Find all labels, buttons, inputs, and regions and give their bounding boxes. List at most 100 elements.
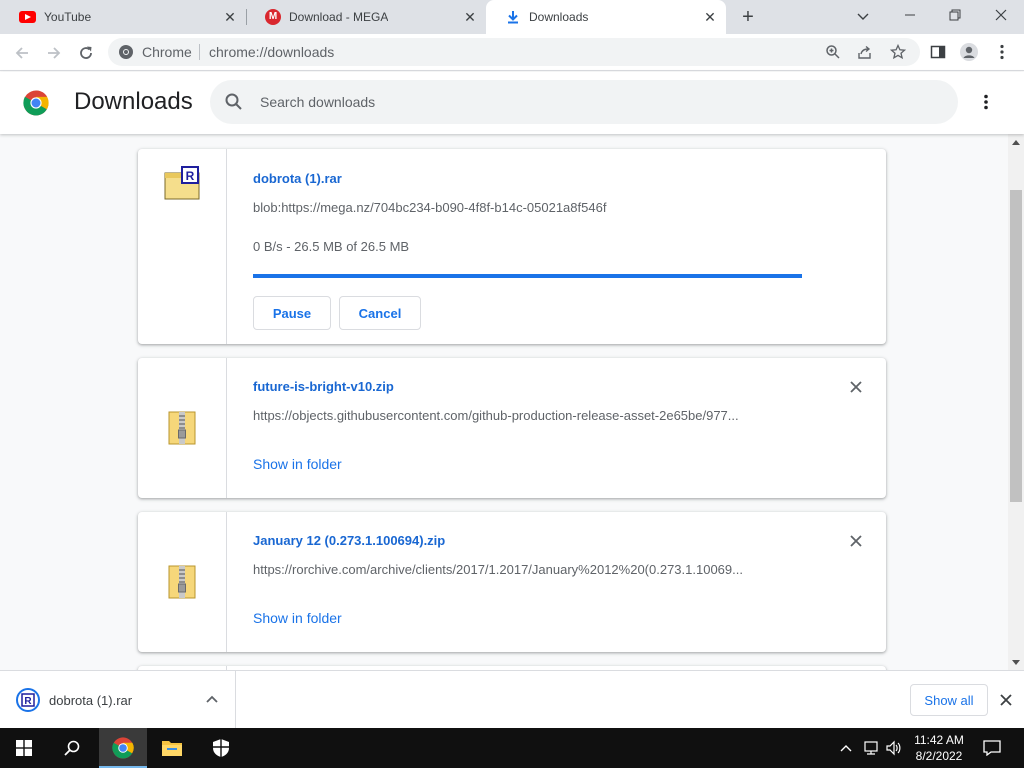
file-icon-column: R (138, 149, 227, 344)
download-item: future-is-bright-v10.zip https://objects… (138, 358, 886, 498)
tab-youtube[interactable]: YouTube ✕ (0, 0, 246, 34)
svg-text:R: R (186, 169, 195, 183)
chrome-logo-icon (23, 90, 49, 116)
start-button[interactable] (0, 728, 48, 768)
folder-icon (162, 741, 182, 756)
notification-icon (983, 740, 1001, 756)
file-name-link[interactable]: January 12 (0.273.1.100694).zip (253, 533, 445, 548)
tab-search-icon[interactable] (851, 5, 875, 27)
download-item: January 12 (0.273.1.100694).zip https://… (138, 512, 886, 652)
show-in-folder-link[interactable]: Show in folder (253, 610, 342, 626)
zip-archive-icon (168, 411, 196, 445)
reload-button[interactable] (74, 41, 98, 65)
shelf-download-item[interactable]: R dobrota (1).rar (0, 671, 236, 729)
minimize-button[interactable] (898, 5, 922, 27)
volume-tray-icon[interactable] (884, 738, 904, 758)
browser-toolbar: Chrome chrome://downloads (0, 34, 1024, 71)
system-clock[interactable]: 11:42 AM 8/2/2022 (904, 732, 974, 764)
search-icon (225, 93, 242, 110)
speaker-icon (886, 740, 901, 756)
bookmark-star-icon[interactable] (890, 44, 906, 60)
taskbar-security[interactable] (197, 728, 245, 768)
profile-button[interactable] (959, 42, 979, 62)
scroll-down-arrow[interactable] (1012, 660, 1020, 665)
new-tab-button[interactable]: + (738, 7, 758, 27)
download-icon (508, 11, 518, 24)
side-panel-button[interactable] (928, 42, 948, 62)
network-icon (864, 741, 878, 755)
clock-date: 8/2/2022 (915, 749, 963, 763)
page-title: Downloads (74, 88, 193, 115)
search-input[interactable] (260, 90, 940, 114)
network-tray-icon[interactable] (861, 738, 881, 758)
file-icon-column (138, 512, 227, 652)
tray-overflow-button[interactable] (836, 738, 856, 758)
show-in-folder-link[interactable]: Show in folder (253, 456, 342, 472)
file-url: blob:https://mega.nz/704bc234-b090-4f8f-… (253, 200, 607, 215)
remove-button[interactable] (846, 531, 866, 551)
close-icon[interactable]: ✕ (702, 9, 718, 25)
side-panel-icon (930, 45, 946, 59)
more-vert-icon (1000, 44, 1004, 60)
back-button[interactable] (10, 41, 34, 65)
omnibox-divider (199, 44, 200, 60)
clock-time: 11:42 AM (914, 733, 964, 747)
forward-button[interactable] (42, 41, 66, 65)
url-text[interactable]: chrome://downloads (209, 44, 334, 60)
arrow-right-icon (48, 47, 61, 59)
download-status: 0 B/s - 26.5 MB of 26.5 MB (253, 239, 410, 254)
progress-fill (253, 274, 802, 278)
tab-strip: YouTube ✕ M Download - MEGA ✕ Downloads … (0, 0, 1024, 34)
site-chip[interactable]: Chrome (118, 44, 192, 60)
tab-mega[interactable]: M Download - MEGA ✕ (246, 0, 486, 34)
chrome-menu-button[interactable] (992, 42, 1012, 62)
search-icon (64, 740, 80, 756)
zip-archive-icon (168, 565, 196, 599)
tab-title: Downloads (529, 10, 589, 24)
mega-icon: M (265, 9, 281, 25)
taskbar-chrome[interactable] (99, 728, 147, 768)
downloads-header: Downloads (0, 72, 1024, 134)
close-icon[interactable]: ✕ (462, 9, 478, 25)
window-close-button[interactable] (989, 5, 1013, 27)
notification-center-button[interactable] (982, 738, 1002, 758)
file-icon-column (138, 358, 227, 498)
close-icon (850, 535, 862, 547)
search-box[interactable] (210, 80, 958, 124)
zoom-icon[interactable] (825, 44, 841, 60)
rar-progress-icon: R (16, 688, 40, 712)
show-all-button[interactable]: Show all (910, 684, 988, 716)
file-name-link[interactable]: future-is-bright-v10.zip (253, 379, 394, 394)
taskbar-file-explorer[interactable] (148, 728, 196, 768)
shelf-item-menu[interactable] (204, 691, 220, 707)
svg-text:R: R (24, 696, 32, 707)
file-url: https://rorchive.com/archive/clients/201… (253, 562, 743, 577)
file-name-link[interactable]: dobrota (1).rar (253, 171, 342, 186)
cancel-button[interactable]: Cancel (339, 296, 421, 330)
windows-taskbar: 11:42 AM 8/2/2022 (0, 728, 1024, 768)
file-url: https://objects.githubusercontent.com/gi… (253, 408, 739, 423)
close-icon[interactable]: ✕ (222, 9, 238, 25)
scrollbar[interactable] (1008, 134, 1024, 670)
download-item: R dobrota (1).rar blob:https://mega.nz/7… (138, 149, 886, 344)
tab-title: YouTube (44, 10, 92, 24)
restore-button[interactable] (943, 5, 967, 27)
omnibox[interactable]: Chrome chrome://downloads (108, 38, 920, 66)
shelf-item-name: dobrota (1).rar (49, 693, 133, 708)
download-shelf: R dobrota (1).rar Show all (0, 670, 1024, 729)
arrow-left-icon (15, 47, 28, 59)
tab-downloads[interactable]: Downloads ✕ (486, 0, 726, 34)
youtube-icon (19, 11, 36, 23)
rar-archive-icon: R (164, 166, 200, 200)
downloads-menu-button[interactable] (976, 92, 996, 112)
scroll-up-arrow[interactable] (1012, 140, 1020, 145)
windows-logo-icon (16, 740, 32, 756)
taskbar-search-button[interactable] (48, 728, 96, 768)
remove-button[interactable] (846, 377, 866, 397)
chevron-up-icon (206, 695, 218, 703)
scrollbar-thumb[interactable] (1010, 190, 1022, 502)
close-shelf-button[interactable] (996, 690, 1016, 710)
share-icon[interactable] (857, 44, 873, 60)
pause-button[interactable]: Pause (253, 296, 331, 330)
site-chip-label: Chrome (142, 44, 192, 60)
